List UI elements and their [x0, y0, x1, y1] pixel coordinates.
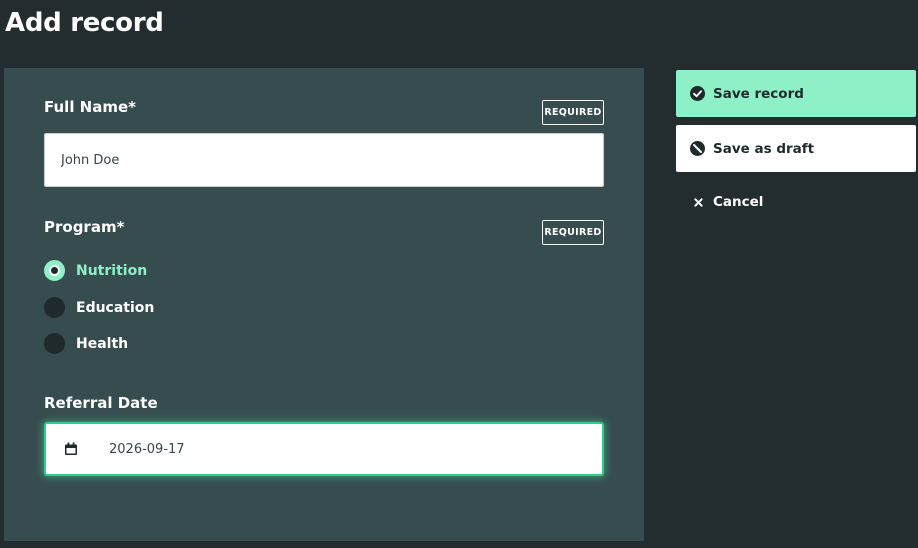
- referral-date-input[interactable]: 2026-09-17: [44, 422, 604, 476]
- program-option-label: Education: [76, 299, 155, 316]
- radio-dot: [49, 265, 60, 276]
- program-option-health[interactable]: Health: [44, 333, 128, 354]
- check-circle-icon: [690, 86, 705, 101]
- referral-date-label: Referral Date: [44, 394, 158, 412]
- radio-button-selected[interactable]: [44, 260, 65, 281]
- close-icon: [694, 197, 703, 207]
- calendar-icon[interactable]: [64, 442, 78, 456]
- full-name-label: Full Name*: [44, 98, 137, 116]
- program-option-label: Nutrition: [76, 262, 148, 279]
- record-form: Full Name* REQUIRED Program* REQUIRED Nu…: [4, 68, 644, 541]
- save-as-draft-button[interactable]: Save as draft: [676, 125, 916, 172]
- program-option-nutrition[interactable]: Nutrition: [44, 260, 147, 281]
- radio-button[interactable]: [44, 297, 65, 318]
- save-record-button[interactable]: Save record: [676, 70, 916, 117]
- save-record-label: Save record: [713, 85, 804, 102]
- referral-date-value: 2026-09-17: [109, 441, 185, 457]
- program-required-badge: REQUIRED: [542, 220, 604, 245]
- radio-button[interactable]: [44, 333, 65, 354]
- full-name-required-badge: REQUIRED: [542, 100, 604, 125]
- program-option-education[interactable]: Education: [44, 297, 154, 318]
- cancel-button[interactable]: Cancel: [676, 186, 916, 218]
- program-label: Program*: [44, 218, 125, 236]
- program-option-label: Health: [76, 335, 129, 352]
- page-title: Add record: [5, 8, 164, 38]
- draft-icon: [690, 141, 705, 156]
- save-as-draft-label: Save as draft: [713, 140, 815, 157]
- cancel-label: Cancel: [713, 194, 764, 210]
- full-name-input[interactable]: [44, 133, 604, 187]
